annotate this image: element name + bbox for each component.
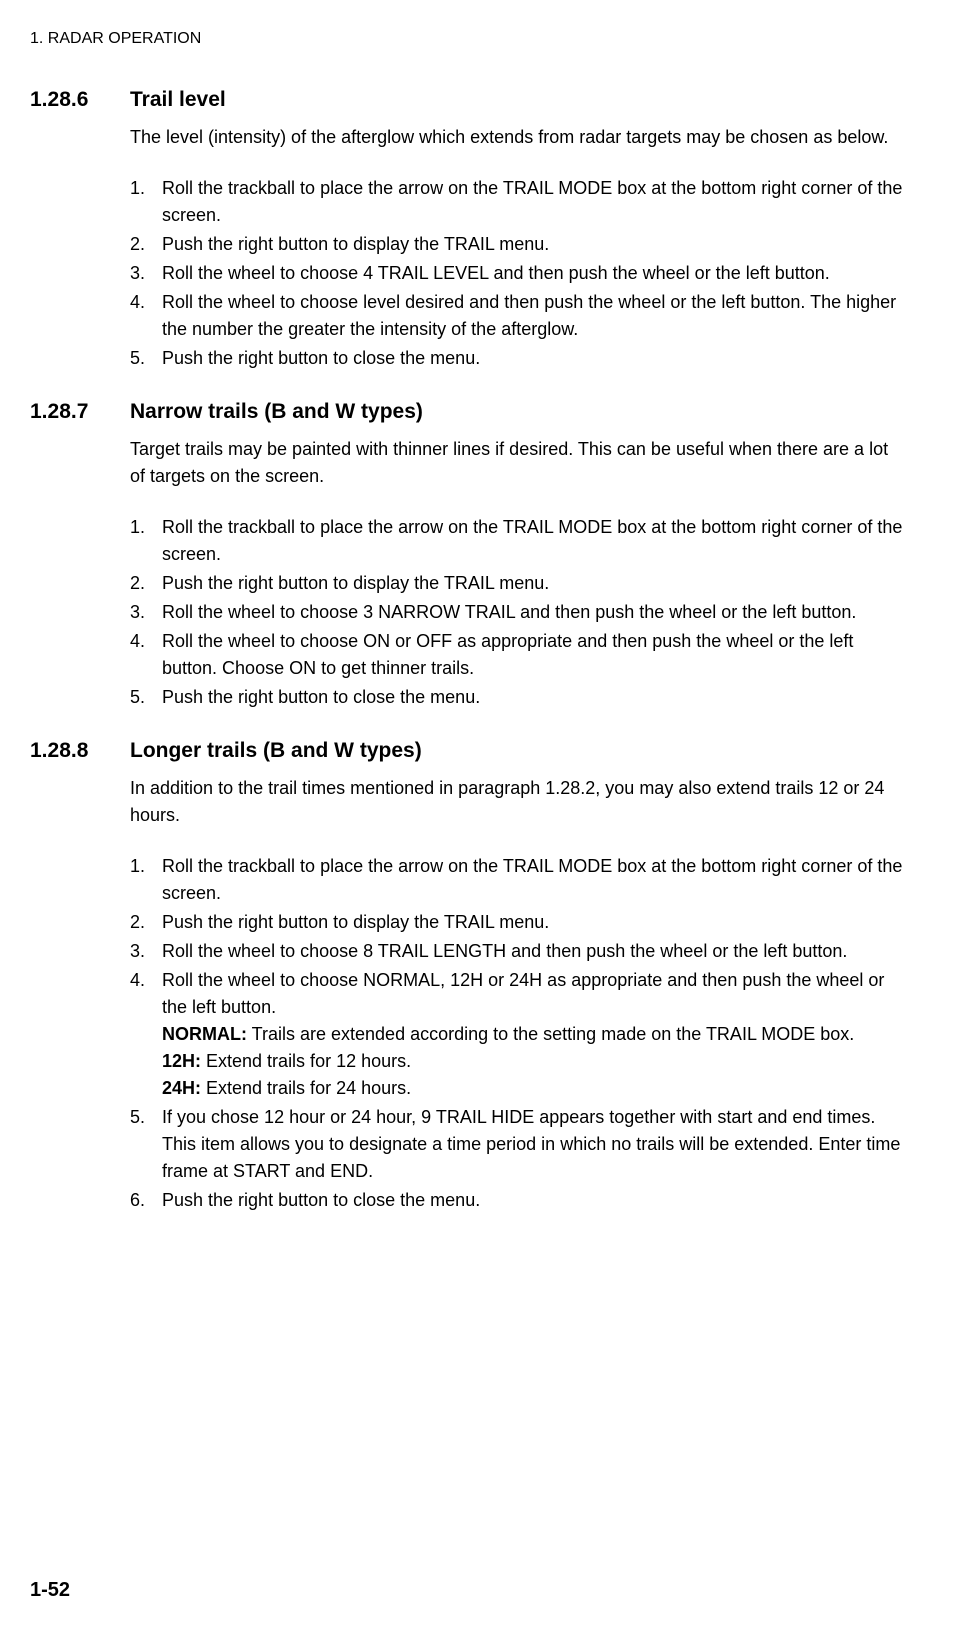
- step-list: Roll the trackball to place the arrow on…: [130, 175, 908, 372]
- sub-text: Extend trails for 12 hours.: [201, 1051, 411, 1071]
- page-header: 1. RADAR OPERATION: [30, 30, 908, 48]
- sub-label: 24H:: [162, 1078, 201, 1098]
- list-item: Roll the trackball to place the arrow on…: [130, 514, 908, 568]
- section-intro: In addition to the trail times mentioned…: [130, 775, 908, 829]
- sub-text: Trails are extended according to the set…: [247, 1024, 854, 1044]
- section-number: 1.28.7: [30, 400, 130, 424]
- list-item: Roll the trackball to place the arrow on…: [130, 175, 908, 229]
- sub-label: NORMAL:: [162, 1024, 247, 1044]
- list-item: Roll the wheel to choose 4 TRAIL LEVEL a…: [130, 260, 908, 287]
- section-intro: Target trails may be painted with thinne…: [130, 436, 908, 490]
- list-item: Push the right button to close the menu.: [130, 684, 908, 711]
- step-list: Roll the trackball to place the arrow on…: [130, 514, 908, 711]
- sub-text: Extend trails for 24 hours.: [201, 1078, 411, 1098]
- list-item: Roll the wheel to choose 8 TRAIL LENGTH …: [130, 938, 908, 965]
- page-number: 1-52: [30, 1579, 70, 1602]
- list-item: Roll the wheel to choose level desired a…: [130, 289, 908, 343]
- list-item: Push the right button to close the menu.: [130, 1187, 908, 1214]
- list-item: If you chose 12 hour or 24 hour, 9 TRAIL…: [130, 1104, 908, 1185]
- list-item: Roll the trackball to place the arrow on…: [130, 853, 908, 907]
- section-number: 1.28.8: [30, 739, 130, 763]
- section-title: Longer trails (B and W types): [130, 739, 422, 763]
- list-item: Roll the wheel to choose NORMAL, 12H or …: [130, 967, 908, 1102]
- sub-label: 12H:: [162, 1051, 201, 1071]
- step-text: Roll the wheel to choose NORMAL, 12H or …: [162, 970, 884, 1017]
- list-item: Push the right button to display the TRA…: [130, 231, 908, 258]
- section-intro: The level (intensity) of the afterglow w…: [130, 124, 908, 151]
- section-narrow-trails: 1.28.7 Narrow trails (B and W types) Tar…: [30, 400, 908, 711]
- list-item: Push the right button to display the TRA…: [130, 909, 908, 936]
- step-list: Roll the trackball to place the arrow on…: [130, 853, 908, 1214]
- list-item: Roll the wheel to choose 3 NARROW TRAIL …: [130, 599, 908, 626]
- section-trail-level: 1.28.6 Trail level The level (intensity)…: [30, 88, 908, 372]
- section-title: Narrow trails (B and W types): [130, 400, 423, 424]
- list-item: Push the right button to display the TRA…: [130, 570, 908, 597]
- list-item: Roll the wheel to choose ON or OFF as ap…: [130, 628, 908, 682]
- section-longer-trails: 1.28.8 Longer trails (B and W types) In …: [30, 739, 908, 1214]
- section-number: 1.28.6: [30, 88, 130, 112]
- section-title: Trail level: [130, 88, 226, 112]
- list-item: Push the right button to close the menu.: [130, 345, 908, 372]
